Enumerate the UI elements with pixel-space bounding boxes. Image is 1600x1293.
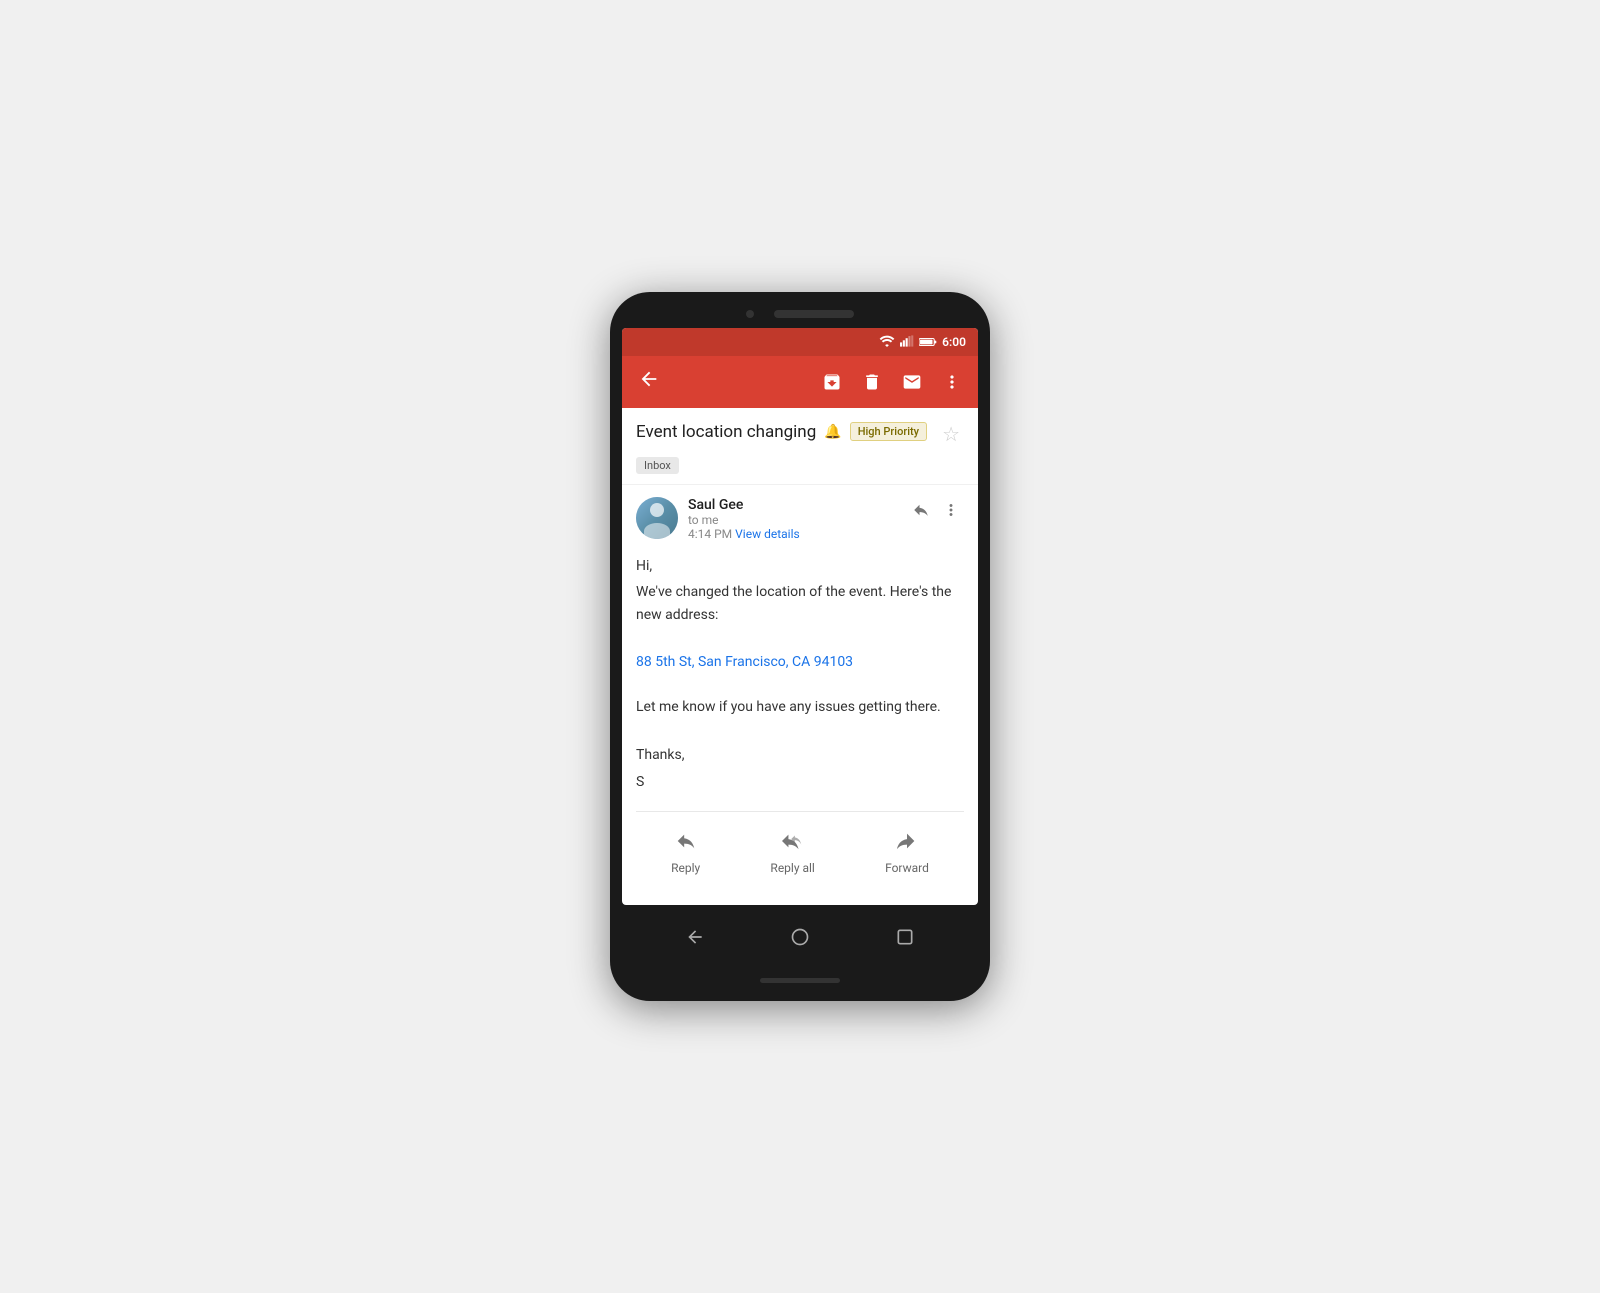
forward-button[interactable]: Forward xyxy=(865,822,949,883)
reply-button[interactable]: Reply xyxy=(651,822,720,883)
reply-icon xyxy=(675,830,697,857)
status-icons: 6:00 xyxy=(879,332,966,351)
email-title-row: Event location changing 🔔 High Priority … xyxy=(636,422,964,446)
sender-to: to me xyxy=(688,513,898,527)
body-line1: Hi, xyxy=(636,555,964,577)
email-subject: Event location changing xyxy=(636,422,816,442)
camera xyxy=(746,310,754,318)
view-details-link[interactable]: View details xyxy=(735,527,800,541)
status-bar: 6:00 xyxy=(622,328,978,356)
reply-all-button[interactable]: Reply all xyxy=(750,822,834,883)
email-title-left: Event location changing 🔔 High Priority xyxy=(636,422,938,442)
app-bar xyxy=(622,356,978,408)
body-line5: S xyxy=(636,771,964,793)
forward-label: Forward xyxy=(885,861,929,875)
address-link[interactable]: 88 5th St, San Francisco, CA 94103 xyxy=(636,652,964,673)
email-actions: Reply Reply all xyxy=(636,812,964,893)
back-button[interactable] xyxy=(630,360,668,404)
reply-all-label: Reply all xyxy=(770,861,814,875)
reply-label: Reply xyxy=(671,861,700,875)
archive-button[interactable] xyxy=(814,364,850,400)
nav-recents-button[interactable] xyxy=(875,921,935,958)
wifi-icon xyxy=(879,332,895,351)
mark-unread-button[interactable] xyxy=(894,364,930,400)
bell-emoji: 🔔 xyxy=(824,424,841,440)
status-time: 6:00 xyxy=(942,335,966,349)
phone-screen: 6:00 xyxy=(622,328,978,906)
star-button[interactable]: ☆ xyxy=(938,422,964,446)
signal-icon xyxy=(900,332,914,351)
email-message: Saul Gee to me 4:14 PM View details xyxy=(622,485,978,906)
sender-name: Saul Gee xyxy=(688,497,898,513)
quick-reply-button[interactable] xyxy=(908,497,934,527)
sender-row: Saul Gee to me 4:14 PM View details xyxy=(636,497,964,541)
priority-badge: High Priority xyxy=(850,422,927,441)
email-body: Hi, We've changed the location of the ev… xyxy=(636,555,964,812)
body-line4: Thanks, xyxy=(636,744,964,766)
phone-frame: 6:00 xyxy=(610,292,990,1002)
sender-actions xyxy=(908,497,964,528)
battery-icon xyxy=(919,332,937,351)
sender-info: Saul Gee to me 4:14 PM View details xyxy=(688,497,898,541)
bottom-handle xyxy=(622,978,978,983)
nav-home-button[interactable] xyxy=(770,921,830,958)
email-header: Event location changing 🔔 High Priority … xyxy=(622,408,978,485)
reply-all-icon xyxy=(782,830,804,857)
delete-button[interactable] xyxy=(854,364,890,400)
speaker xyxy=(774,310,854,318)
avatar xyxy=(636,497,678,539)
forward-icon xyxy=(896,830,918,857)
phone-top-bar xyxy=(622,310,978,318)
body-line2: We've changed the location of the event.… xyxy=(636,581,964,626)
inbox-tag[interactable]: Inbox xyxy=(636,457,679,474)
sender-time: 4:14 PM View details xyxy=(688,527,898,541)
app-bar-actions xyxy=(814,364,970,400)
avatar-image xyxy=(636,497,678,539)
message-more-button[interactable] xyxy=(938,497,964,528)
more-options-button[interactable] xyxy=(934,364,970,400)
bottom-nav-bar xyxy=(622,909,978,970)
body-line3: Let me know if you have any issues getti… xyxy=(636,696,964,718)
nav-back-button[interactable] xyxy=(665,921,725,958)
